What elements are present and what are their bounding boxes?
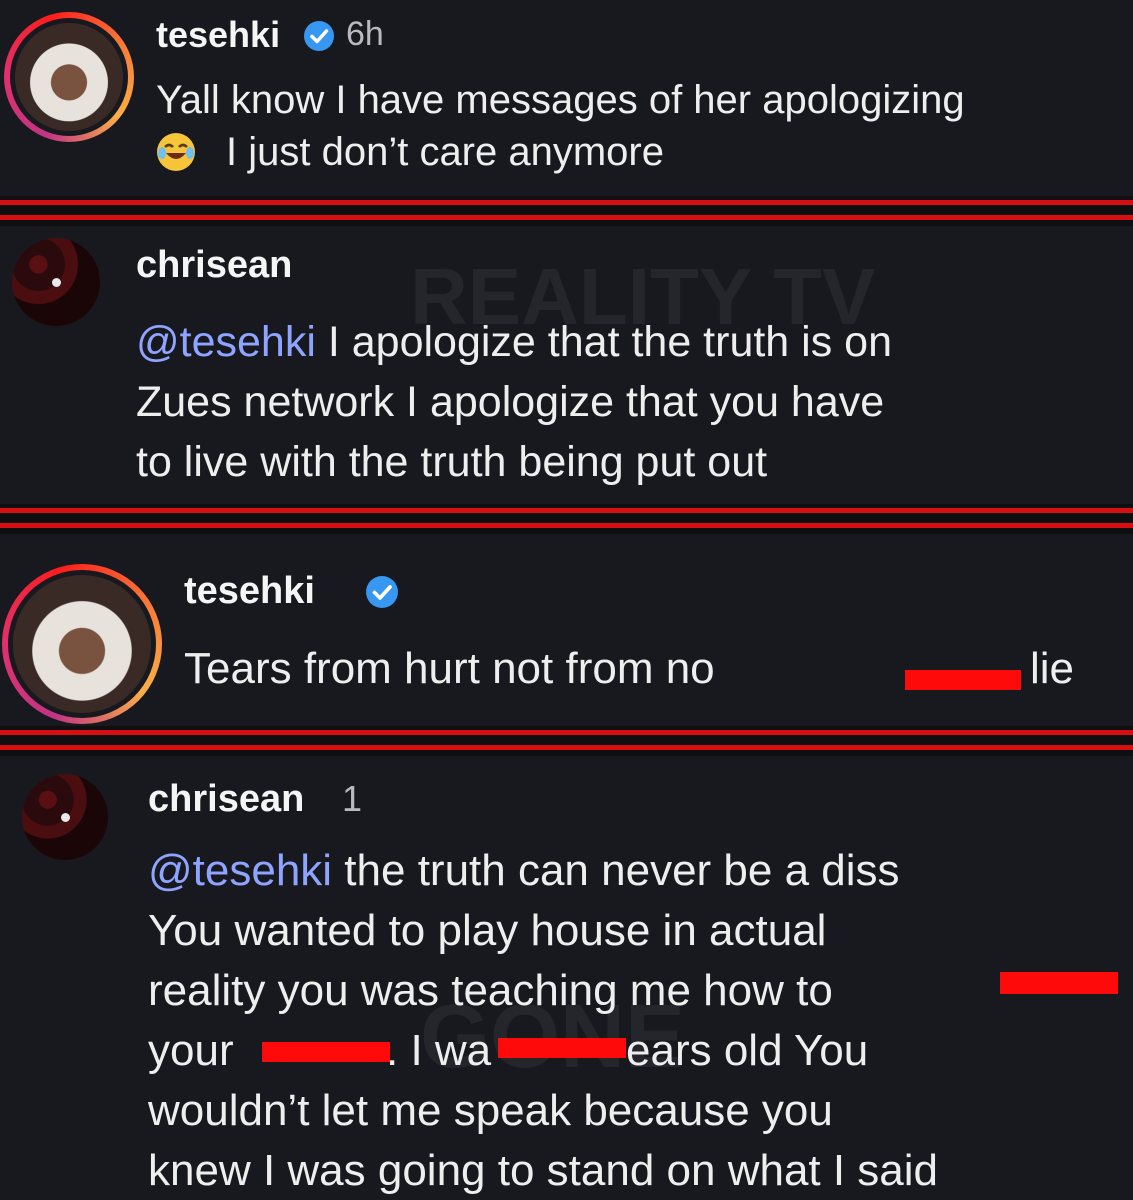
laughing-crying-emoji-icon [157, 133, 195, 171]
comment-text-line-3: reality you was teaching me how to [148, 966, 833, 1015]
redaction-bar [262, 1042, 390, 1062]
username[interactable]: tesehki [156, 14, 280, 56]
comment-text: I apologize that the truth is on [315, 318, 892, 366]
timestamp: 6h [346, 15, 384, 53]
comment-text-line-5: wouldn’t let me speak because you [148, 1086, 833, 1135]
chrisean-avatar[interactable] [22, 774, 108, 860]
username[interactable]: tesehki [184, 570, 315, 613]
comment-tesehki-2: tesehki Tears from hurt not from no lie [0, 534, 1133, 726]
comment-text-line-4c: ears old You [626, 1026, 869, 1075]
tesehki-avatar[interactable] [4, 12, 134, 142]
redaction-bar [905, 670, 1021, 690]
comment-text-line-1: Yall know I have messages of her apologi… [156, 78, 965, 122]
comment-text-line-2: Zues network I apologize that you have [136, 378, 885, 426]
comment-text-line-2: I just don’t care anymore [226, 130, 664, 174]
red-divider [0, 504, 1133, 534]
comment-tesehki-1: tesehki 6h Yall know I have messages of … [0, 0, 1133, 196]
verified-badge-icon [304, 21, 334, 51]
red-divider [0, 726, 1133, 756]
comment-text-line-4a: your [148, 1026, 234, 1075]
comment-text-after-redaction: lie [1030, 644, 1075, 693]
tesehki-avatar[interactable] [2, 564, 162, 724]
comment-text-line-6: knew I was going to stand on what I said [148, 1146, 939, 1195]
timestamp-partial: 1 [342, 778, 363, 819]
verified-badge-icon [366, 576, 398, 608]
comment-text-line-1: @tesehki I apologize that the truth is o… [136, 318, 892, 367]
redaction-bar [498, 1038, 626, 1058]
comment-text-before-redaction: Tears from hurt not from no [184, 644, 715, 693]
comment-text: the truth can never be a diss [332, 846, 900, 895]
username[interactable]: chrisean [148, 778, 304, 821]
comment-chrisean-2: GONE chrisean 1 @tesehki the truth can n… [0, 756, 1133, 1200]
mention-link[interactable]: @tesehki [148, 846, 332, 895]
chrisean-avatar[interactable] [12, 238, 100, 326]
comment-text-line-3: to live with the truth being put out [136, 438, 768, 486]
comment-text-line-4b: . I wa [386, 1026, 492, 1075]
screenshot-collage: tesehki 6h Yall know I have messages of … [0, 0, 1133, 1200]
redaction-bar [1000, 972, 1118, 994]
red-divider [0, 196, 1133, 226]
mention-link[interactable]: @tesehki [136, 318, 316, 366]
username[interactable]: chrisean [136, 244, 292, 287]
comment-text-line-1: @tesehki the truth can never be a diss [148, 846, 900, 896]
comment-chrisean-1: REALITY TV chrisean @tesehki I apologize… [0, 226, 1133, 504]
comment-text-line-2: You wanted to play house in actual [148, 906, 827, 955]
